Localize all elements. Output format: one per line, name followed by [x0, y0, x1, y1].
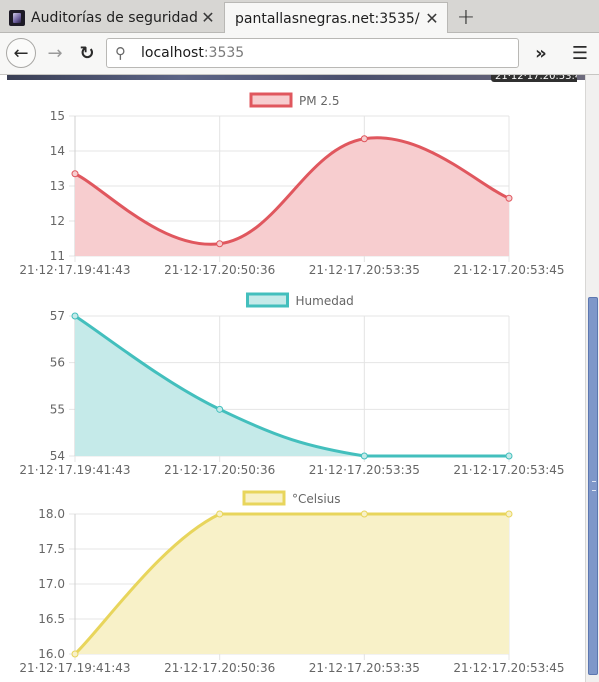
tab-title: Auditorías de seguridad c — [31, 9, 197, 26]
legend-label: Humedad — [296, 294, 354, 308]
data-point — [360, 135, 368, 143]
humedad-chart: 57 56 55 5421·12·17.19:41:43 21·12·17.20:50:… — [19, 292, 565, 477]
data-point — [216, 240, 224, 248]
data-point — [505, 510, 513, 518]
x-tick-label: 21·12·17.20:53:35 — [309, 463, 420, 477]
data-point — [360, 452, 368, 460]
tab-strip: Auditorías de seguridad c ✕ pantallasneg… — [0, 0, 599, 34]
legend-label: °Celsius — [292, 492, 341, 506]
search-icon: ⚲ — [115, 44, 126, 62]
x-tick-label: 21·12·17.20:53:35 — [309, 661, 420, 675]
series-area-fill — [75, 316, 509, 456]
pm25-chart: 15 14 13 12 1121·12·17.19:41:43 21·12·17.20:5… — [19, 92, 565, 277]
data-point — [505, 194, 513, 202]
y-tick-label: 57 — [50, 309, 65, 323]
celsius-chart: 18.0 17.5 17.0 16.5 16.021·12·17.19:41:43 21·… — [19, 490, 565, 675]
clock-readout: 21·12·17.20:53:45 — [491, 75, 577, 82]
x-tick-label: 21·12·17.20:53:35 — [309, 263, 420, 277]
data-point — [360, 510, 368, 518]
legend-swatch — [242, 490, 286, 506]
x-tick-label: 21·12·17.19:41:43 — [19, 263, 130, 277]
y-tick-label: 12 — [50, 214, 65, 228]
data-point — [216, 405, 224, 413]
forward-button[interactable]: → — [42, 39, 68, 67]
x-tick-label: 21·12·17.20:50:36 — [164, 661, 275, 675]
y-tick-label: 54 — [50, 449, 65, 463]
data-point — [71, 650, 79, 658]
x-tick-label: 21·12·17.20:50:36 — [164, 463, 275, 477]
legend-swatch — [246, 292, 289, 308]
data-point — [505, 452, 513, 460]
y-tick-label: 13 — [50, 179, 65, 193]
url-host: localhost — [141, 45, 204, 61]
y-tick-label: 15 — [50, 109, 65, 123]
menu-button[interactable]: ☰ — [566, 39, 594, 67]
series-area-fill — [75, 514, 509, 654]
x-tick-label: 21·12·17.20:50:36 — [164, 263, 275, 277]
x-tick-label: 21·12·17.20:53:45 — [453, 661, 564, 675]
x-tick-label: 21·12·17.19:41:43 — [19, 463, 130, 477]
hamburger-menu-icon: ☰ — [571, 42, 589, 64]
x-tick-label: 21·12·17.20:53:45 — [453, 463, 564, 477]
reload-button[interactable]: ↻ — [74, 39, 100, 67]
scrollbar-grip-icon — [592, 481, 596, 491]
url-port: :3535 — [203, 45, 245, 61]
x-tick-label: 21·12·17.20:53:45 — [453, 263, 564, 277]
navigation-toolbar: ← → ↻ ⚲ localhost:3535 » ☰ — [0, 33, 599, 75]
y-tick-label: 16.5 — [38, 612, 65, 626]
toolbar-overflow-button[interactable]: » — [528, 39, 554, 67]
data-point — [216, 510, 224, 518]
legend-label: PM 2.5 — [299, 94, 340, 108]
y-tick-label: 11 — [50, 249, 65, 263]
y-tick-label: 55 — [50, 402, 65, 416]
page-content: 21·12·17.20:53:45 151413121121·12·17.19:… — [0, 75, 585, 682]
close-icon[interactable]: ✕ — [197, 7, 219, 29]
vertical-scrollbar[interactable] — [585, 75, 599, 682]
x-tick-label: 21·12·17.19:41:43 — [19, 661, 130, 675]
y-tick-label: 18.0 — [38, 507, 65, 521]
scrollbar-thumb[interactable] — [588, 297, 598, 675]
legend-swatch — [249, 92, 293, 108]
back-button[interactable]: ← — [6, 38, 36, 68]
reload-icon: ↻ — [79, 42, 95, 64]
new-tab-button[interactable]: + — [452, 4, 480, 30]
y-tick-label: 56 — [50, 356, 65, 370]
y-tick-label: 14 — [50, 144, 65, 158]
site-favicon-icon — [9, 9, 25, 26]
arrow-left-icon: ← — [13, 42, 29, 64]
tab-pantallasnegras[interactable]: pantallasnegras.net:3535/ ✕ — [224, 2, 448, 34]
chevron-double-right-icon: » — [535, 42, 547, 64]
y-tick-label: 17.5 — [38, 542, 65, 556]
data-point — [71, 170, 79, 178]
tab-auditorias[interactable]: Auditorías de seguridad c ✕ — [0, 2, 223, 33]
data-point — [71, 312, 79, 320]
series-area-fill — [75, 137, 509, 256]
url-bar[interactable]: ⚲ localhost:3535 — [106, 38, 519, 68]
close-icon[interactable]: ✕ — [421, 8, 443, 30]
tab-title: pantallasnegras.net:3535/ — [235, 10, 420, 27]
y-tick-label: 16.0 — [38, 647, 65, 661]
y-tick-label: 17.0 — [38, 577, 65, 591]
arrow-right-icon: → — [47, 42, 63, 64]
